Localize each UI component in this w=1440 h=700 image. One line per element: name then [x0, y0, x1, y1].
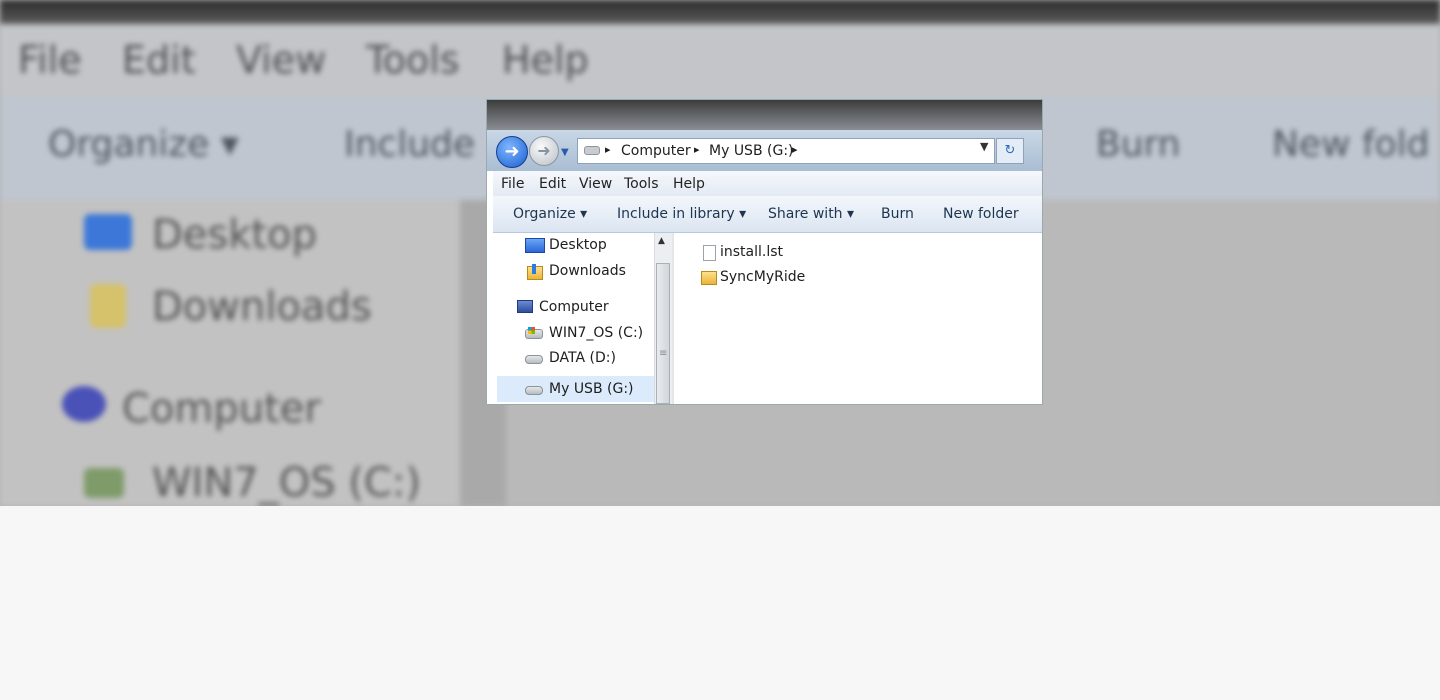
menu-edit[interactable]: Edit [539, 176, 566, 192]
nav-item-downloads[interactable]: Downloads [549, 263, 626, 279]
bg-drive-icon [84, 468, 124, 498]
nav-item-computer[interactable]: Computer [539, 299, 609, 315]
refresh-icon[interactable]: ↻ [996, 138, 1024, 164]
download-arrow-icon [532, 264, 536, 274]
crumb-computer[interactable]: Computer [621, 143, 691, 159]
window-top-strip [487, 100, 1042, 130]
bg-include: Include [344, 124, 476, 165]
bg-nav-desktop: Desktop [152, 212, 317, 258]
new-folder-button[interactable]: New folder [943, 206, 1019, 222]
bg-nav-downloads: Downloads [152, 284, 372, 330]
bg-menu-edit: Edit [122, 38, 196, 82]
bg-menu-help: Help [502, 38, 589, 82]
file-icon [703, 245, 716, 261]
share-with-button[interactable]: Share with ▾ [768, 206, 854, 222]
crumb-my-usb[interactable]: My USB (G:) [709, 143, 794, 159]
nav-scrollbar-thumb[interactable] [656, 263, 670, 404]
bg-menubar [0, 24, 1440, 96]
bg-downloads-icon [90, 284, 126, 328]
crumb-separator-icon[interactable]: ▸ [694, 143, 700, 156]
address-drive-icon [584, 146, 600, 155]
bg-new-folder: New fold [1272, 124, 1430, 165]
folder-icon [701, 271, 717, 285]
file-item-install-lst[interactable]: install.lst [720, 244, 783, 260]
bg-computer-icon [62, 386, 106, 422]
bg-menu-view: View [236, 38, 327, 82]
crumb-separator-icon[interactable]: ▸ [605, 143, 611, 156]
menu-tools[interactable]: Tools [624, 176, 659, 192]
usb-drive-icon [525, 386, 543, 395]
bg-burn: Burn [1096, 124, 1181, 165]
organize-button[interactable]: Organize ▾ [513, 206, 587, 222]
burn-button[interactable]: Burn [881, 206, 914, 222]
file-item-syncmyride[interactable]: SyncMyRide [720, 269, 805, 285]
nav-item-win7-os[interactable]: WIN7_OS (C:) [549, 325, 643, 341]
menu-help[interactable]: Help [673, 176, 705, 192]
nav-item-desktop[interactable]: Desktop [549, 237, 607, 253]
history-dropdown-icon[interactable]: ▼ [561, 147, 569, 158]
bg-organize: Organize ▾ [48, 124, 239, 165]
windows-logo-icon [528, 327, 535, 334]
include-in-library-button[interactable]: Include in library ▾ [617, 206, 746, 222]
explorer-window: ➜ ➜ ▼ ▸ Computer ▸ My USB (G:) ▸ ▼ ↻ Fil… [487, 100, 1042, 404]
menu-bar [493, 171, 1042, 196]
address-field[interactable]: ▸ Computer ▸ My USB (G:) ▸ [577, 138, 995, 164]
bg-menu-tools: Tools [366, 38, 460, 82]
back-arrow-icon[interactable]: ➜ [496, 136, 528, 168]
scroll-grip-icon: ≡ [659, 348, 668, 359]
computer-icon [517, 300, 533, 313]
drive-icon [525, 355, 543, 364]
forward-arrow-icon[interactable]: ➜ [529, 136, 559, 166]
nav-item-my-usb[interactable]: My USB (G:) [549, 381, 634, 397]
bg-desktop-icon [84, 214, 132, 250]
desktop-icon [525, 238, 545, 253]
menu-file[interactable]: File [501, 176, 524, 192]
crumb-separator-icon[interactable]: ▸ [792, 143, 798, 156]
nav-item-data[interactable]: DATA (D:) [549, 350, 616, 366]
scroll-up-arrow-icon[interactable]: ▲ [658, 236, 665, 246]
menu-view[interactable]: View [579, 176, 612, 192]
bg-menu-file: File [18, 38, 82, 82]
address-dropdown-icon[interactable]: ▼ [980, 140, 988, 153]
bg-nav-computer: Computer [122, 386, 321, 432]
bg-nav-c-drive: WIN7_OS (C:) [152, 460, 421, 506]
